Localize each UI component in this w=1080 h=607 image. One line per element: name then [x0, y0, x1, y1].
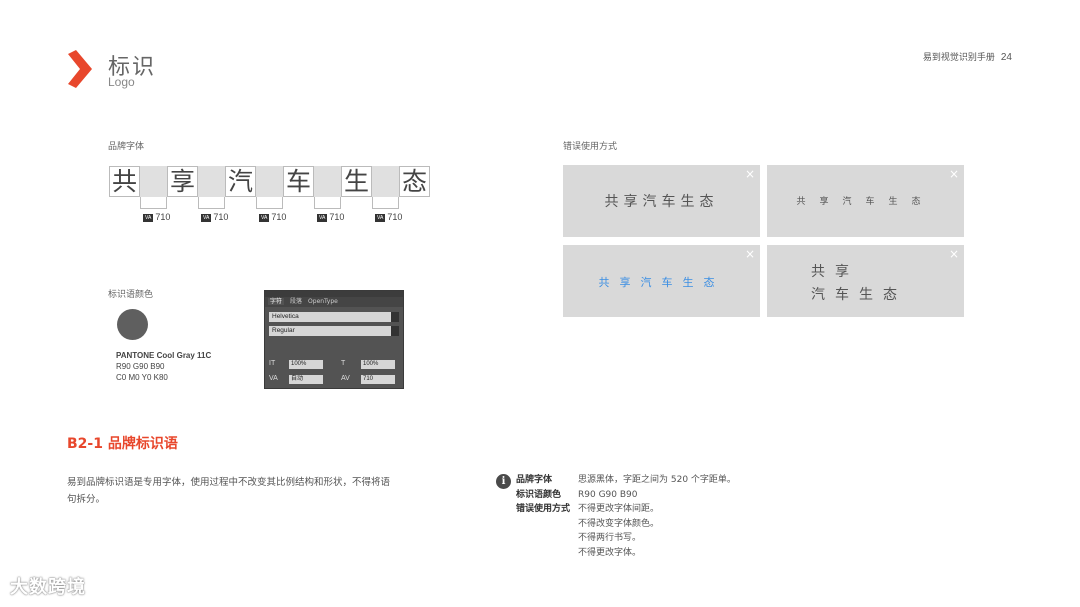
color-swatch: [117, 309, 148, 340]
misuse-card-color: × 共享汽车生态: [563, 245, 760, 317]
close-icon: ×: [948, 167, 959, 181]
tab-character[interactable]: 字符: [268, 298, 285, 305]
glyph-gap: [314, 166, 341, 197]
glyph-2: 享: [167, 166, 198, 197]
header-manual: 易到视觉识别手册 24: [923, 50, 1012, 63]
chevron-down-icon: [391, 326, 399, 336]
color-label: 标识语颜色: [108, 290, 154, 300]
misuse-text: 共享汽车生态: [598, 276, 725, 289]
cmyk-line: C0 M0 Y0 K80: [116, 373, 168, 382]
pantone-line: PANTONE Cool Gray 11C: [116, 351, 212, 360]
glyph-1: 共: [109, 166, 140, 197]
manual-name: 易到视觉识别手册: [922, 53, 995, 63]
info-row: 不得改变字体颜色。: [578, 518, 660, 529]
glyph-4: 车: [283, 166, 314, 197]
kerning-icon: VA: [269, 375, 278, 382]
info-list: 品牌字体 思源黑体，字距之间为 520 个字距单。 标识语颜色 R90 G90 B9…: [516, 473, 736, 560]
font-style-select[interactable]: Regular: [269, 326, 399, 336]
close-icon: ×: [744, 167, 755, 181]
color-specs: PANTONE Cool Gray 11C R90 G90 B90 C0 M0 …: [116, 350, 211, 383]
gap-marker: [140, 197, 167, 209]
gap-marker: [256, 197, 283, 209]
vertical-scale-icon: IT: [269, 360, 276, 367]
gap-marker: [314, 197, 341, 209]
close-icon: ×: [744, 247, 755, 261]
misuse-card-spacing: × 共享汽车生态: [563, 165, 760, 237]
tracking-icon: AV: [341, 375, 350, 382]
kerning-value: VA 710: [375, 212, 403, 222]
panel-tabs: 字符 段落 OpenType: [265, 297, 403, 307]
character-panel: 字符 段落 OpenType Helvetica Regular IT 100% T…: [264, 290, 404, 389]
kerning-select[interactable]: 自动: [289, 375, 323, 384]
info-row: 标识语颜色 R90 G90 B90: [516, 489, 638, 500]
kerning-value: VA 710: [201, 212, 229, 222]
glyph-gap: [256, 166, 283, 197]
gap-marker: [198, 197, 225, 209]
page-number: 24: [1000, 52, 1012, 63]
info-row: 品牌字体 思源黑体，字距之间为 520 个字距单。: [516, 475, 736, 485]
glyph-gap: [372, 166, 399, 197]
rgb-line: R90 G90 B90: [116, 362, 165, 371]
misuse-card-wide-spacing: × 共享汽车生态: [767, 165, 964, 237]
glyph-3: 汽: [225, 166, 256, 197]
brand-font-label: 品牌字体: [108, 142, 145, 152]
chevron-down-icon: [391, 312, 399, 322]
brand-chevron-logo: [68, 50, 92, 88]
close-icon: ×: [948, 247, 959, 261]
kerning-icon: VA: [143, 214, 154, 222]
misuse-text-line2: 汽车生态: [811, 287, 907, 303]
kerning-value: VA 710: [143, 212, 171, 222]
info-row: 错误使用方式 不得更改字体间距。: [516, 504, 660, 514]
misuse-text: 共享汽车生态: [604, 194, 719, 210]
page-subtitle: Logo: [108, 75, 135, 89]
tracking-select[interactable]: 710: [361, 375, 395, 384]
horizontal-scale-icon: T: [341, 360, 346, 367]
watermark: 大数跨境: [10, 577, 86, 598]
section-description: 易到品牌标识语是专用字体，使用过程中不改变其比例结构和形状，不得将语句拆分。: [67, 477, 391, 505]
glyph-gap: [140, 166, 167, 197]
misuse-text-line1: 共享: [811, 264, 859, 280]
kerning-icon: VA: [317, 214, 328, 222]
kerning-icon: VA: [259, 214, 270, 222]
kerning-value: VA 710: [317, 212, 345, 222]
font-family-select[interactable]: Helvetica: [269, 312, 399, 322]
glyph-spacing-sample: 共 享 汽 车 生 态: [109, 166, 431, 209]
info-row: 不得更改字体。: [578, 547, 642, 558]
misuse-card-two-lines: × 共享 汽车生态: [767, 245, 964, 317]
tab-opentype[interactable]: OpenType: [308, 298, 338, 305]
kerning-icon: VA: [201, 214, 212, 222]
horizontal-scale-input[interactable]: 100%: [361, 360, 395, 369]
gap-marker: [372, 197, 399, 209]
vertical-scale-input[interactable]: 100%: [289, 360, 323, 369]
info-row: 不得两行书写。: [578, 533, 642, 543]
misuse-text: 共享汽车生态: [796, 197, 935, 207]
tab-paragraph[interactable]: 段落: [290, 298, 302, 305]
glyph-gap: [198, 166, 225, 197]
kerning-icon: VA: [375, 214, 386, 222]
section-title: B2-1 品牌标识语: [67, 436, 178, 452]
misuse-label: 错误使用方式: [563, 142, 618, 152]
kerning-value: VA 710: [259, 212, 287, 222]
glyph-5: 生: [341, 166, 372, 197]
glyph-6: 态: [399, 166, 430, 197]
info-icon: i: [496, 474, 511, 489]
